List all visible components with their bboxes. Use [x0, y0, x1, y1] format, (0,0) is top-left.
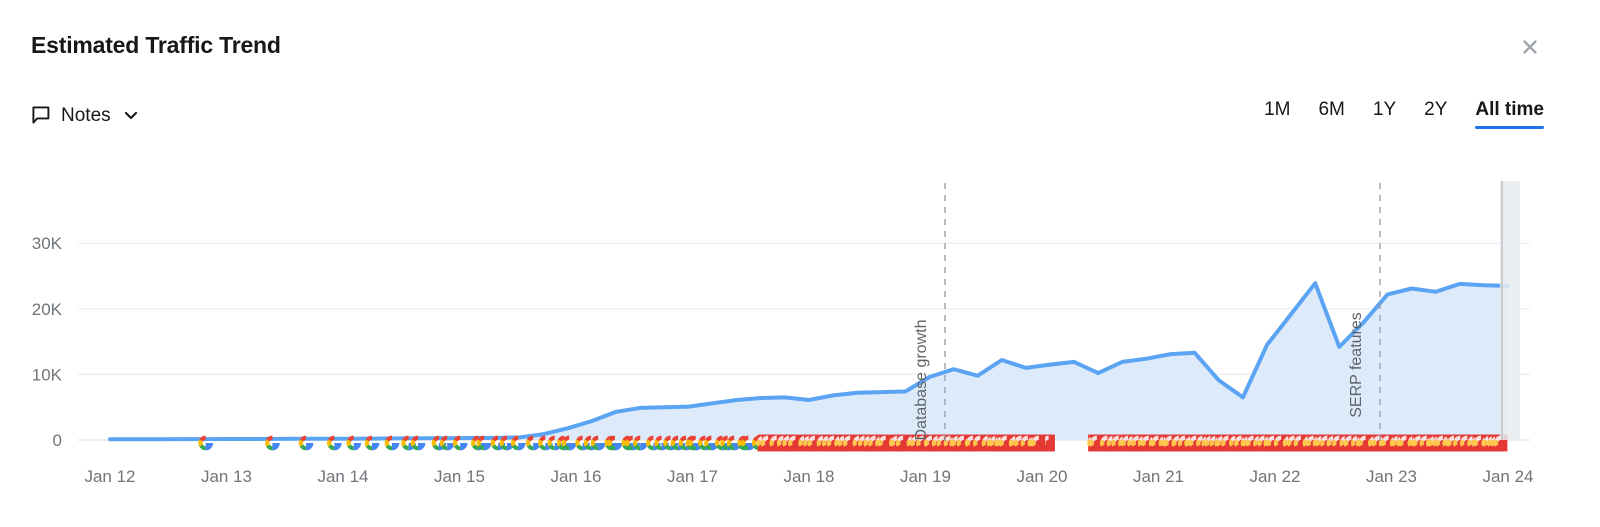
tab-2y[interactable]: 2Y	[1410, 100, 1461, 129]
svg-text:Jan 15: Jan 15	[434, 467, 485, 486]
chevron-down-icon	[123, 107, 139, 123]
time-range-tabs: 1M 6M 1Y 2Y All time	[1250, 100, 1544, 129]
tab-1y-label: 1Y	[1372, 99, 1397, 120]
svg-text:Jan 17: Jan 17	[667, 467, 718, 486]
svg-text:20K: 20K	[32, 300, 63, 319]
svg-text:Jan 22: Jan 22	[1249, 467, 1300, 486]
svg-text:Jan 19: Jan 19	[900, 467, 951, 486]
svg-text:Jan 18: Jan 18	[783, 467, 834, 486]
tab-all-time[interactable]: All time	[1461, 100, 1544, 129]
page-title: Estimated Traffic Trend	[31, 32, 281, 58]
close-icon[interactable]	[1516, 33, 1544, 61]
svg-text:Jan 24: Jan 24	[1482, 467, 1533, 486]
estimated-traffic-trend-panel: Estimated Traffic Trend Notes 1M 6M 1Y 2…	[0, 0, 1600, 527]
svg-text:Jan 13: Jan 13	[201, 467, 252, 486]
tab-6m-label: 6M	[1318, 99, 1345, 120]
chart-cursor-band	[1500, 181, 1520, 440]
chart-svg: Database growth SERP features 010K20K30K …	[32, 181, 1534, 486]
svg-text:Jan 23: Jan 23	[1366, 467, 1417, 486]
svg-text:Jan 21: Jan 21	[1133, 467, 1184, 486]
svg-text:0: 0	[53, 431, 62, 450]
svg-text:Jan 14: Jan 14	[317, 467, 368, 486]
tab-1m-label: 1M	[1264, 99, 1291, 120]
svg-text:Jan 12: Jan 12	[84, 467, 135, 486]
y-axis-labels: 0 10K 20K 30K	[32, 234, 63, 450]
svg-text:SERP features: SERP features	[1348, 312, 1365, 418]
tab-1y[interactable]: 1Y	[1359, 100, 1410, 129]
x-axis-labels: Jan 12 Jan 13 Jan 14 Jan 15 Jan 16 Jan 17 Jan …	[84, 467, 1533, 486]
svg-text:Jan 20: Jan 20	[1016, 467, 1067, 486]
notes-label: Notes	[61, 104, 111, 126]
svg-text:30K: 30K	[32, 234, 63, 253]
svg-text:10K: 10K	[32, 365, 63, 384]
panel-header: Estimated Traffic Trend	[0, 0, 1600, 92]
notes-dropdown[interactable]: Notes	[31, 99, 139, 131]
traffic-trend-chart[interactable]: Database growth SERP features 0 10K 20K 30K …	[0, 175, 1600, 527]
svg-text:Jan 16: Jan 16	[550, 467, 601, 486]
tab-6m[interactable]: 6M	[1304, 100, 1358, 129]
tab-all-time-label: All time	[1475, 99, 1544, 120]
comment-bubble-icon	[31, 105, 52, 126]
svg-text:Database growth: Database growth	[913, 320, 930, 441]
tab-1m[interactable]: 1M	[1250, 100, 1304, 129]
tab-2y-label: 2Y	[1424, 99, 1448, 120]
